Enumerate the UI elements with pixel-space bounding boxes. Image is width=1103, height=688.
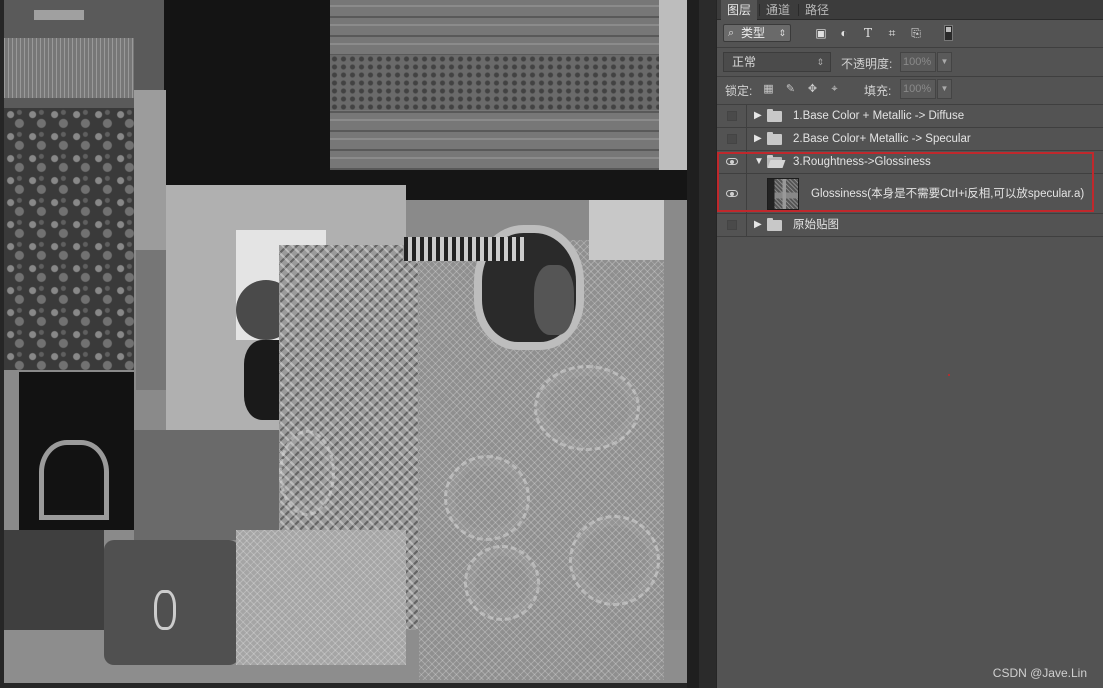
texture-region xyxy=(330,55,664,110)
open-folder-icon xyxy=(767,155,782,168)
filter-kind-select[interactable]: ⌕ 类型 ⇕ xyxy=(723,24,791,42)
layer-thumbnail xyxy=(767,178,799,210)
smart-object-filter-icon[interactable]: ⎘ xyxy=(909,26,923,40)
canvas-scroll-gutter[interactable] xyxy=(687,0,716,688)
folder-icon xyxy=(767,218,782,231)
blend-opacity-bar: 正常 ⇕ 不透明度: 100% ▼ xyxy=(717,48,1103,76)
visibility-toggle[interactable] xyxy=(717,105,747,127)
tab-channels[interactable]: 通道 xyxy=(760,0,796,20)
shape-layer-filter-icon[interactable]: ⌗ xyxy=(885,26,899,40)
texture-region xyxy=(236,530,406,665)
opacity-input[interactable]: 100% xyxy=(900,52,936,72)
texture-region xyxy=(659,0,687,170)
texture-region xyxy=(534,365,640,451)
visibility-toggle[interactable] xyxy=(717,128,747,150)
lock-fill-bar: 锁定: ▦ ✎ ✥ ⌖ 填充: 100% ▼ xyxy=(717,77,1103,101)
fill-input[interactable]: 100% xyxy=(900,79,936,99)
filter-toggle-switch[interactable] xyxy=(944,25,953,41)
expand-triangle-icon[interactable]: ▶ xyxy=(754,110,762,122)
texture-region xyxy=(134,430,284,540)
texture-region xyxy=(444,455,530,541)
opacity-label: 不透明度: xyxy=(841,57,893,71)
texture-region xyxy=(569,515,660,606)
panel-tabbar: 图层 通道 路径 xyxy=(717,0,1103,20)
visibility-off-box xyxy=(727,111,737,121)
texture-region xyxy=(136,250,168,390)
lock-image-pixels-icon[interactable]: ✎ xyxy=(784,83,797,96)
texture-region xyxy=(279,430,335,516)
texture-region xyxy=(154,590,176,630)
texture-region xyxy=(534,265,574,335)
layer-group-original-textures[interactable]: ▶ 原始贴图 xyxy=(717,214,1103,237)
eye-icon xyxy=(726,158,738,165)
texture-region xyxy=(39,440,109,520)
texture-region xyxy=(464,545,540,621)
layer-group-specular[interactable]: ▶ 2.Base Color+ Metallic -> Specular xyxy=(717,128,1103,151)
collapse-triangle-icon[interactable]: ▼ xyxy=(754,156,764,168)
pixel-layer-filter-icon[interactable]: ▣ xyxy=(814,26,828,40)
fill-dropdown-button[interactable]: ▼ xyxy=(937,79,952,99)
visibility-toggle[interactable] xyxy=(717,151,747,173)
filter-kind-label: 类型 xyxy=(741,26,766,40)
layer-name: 1.Base Color + Metallic -> Diffuse xyxy=(793,110,965,122)
layer-name: 2.Base Color+ Metallic -> Specular xyxy=(793,133,971,145)
stray-red-dot xyxy=(948,374,950,376)
layer-group-glossiness[interactable]: ▼ 3.Roughtness->Glossiness xyxy=(717,151,1103,174)
adjustment-layer-filter-icon[interactable]: ◐ xyxy=(837,26,851,40)
tab-layers[interactable]: 图层 xyxy=(721,0,758,20)
fill-label: 填充: xyxy=(864,84,892,98)
layer-filter-bar: ⌕ 类型 ⇕ ▣ ◐ T ⌗ ⎘ xyxy=(717,20,1103,46)
updown-arrows-icon: ⇕ xyxy=(778,28,786,38)
folder-icon xyxy=(767,132,782,145)
texture-canvas[interactable] xyxy=(4,0,687,683)
texture-region xyxy=(4,38,134,98)
visibility-off-box xyxy=(727,134,737,144)
texture-region xyxy=(4,108,134,370)
tab-paths[interactable]: 路径 xyxy=(799,0,835,20)
blend-mode-select[interactable]: 正常 ⇕ xyxy=(723,52,831,72)
visibility-toggle[interactable] xyxy=(717,214,747,236)
canvas-area[interactable] xyxy=(0,0,716,688)
type-layer-filter-icon[interactable]: T xyxy=(861,26,875,40)
layers-panel: 图层 通道 路径 ⌕ 类型 ⇕ ▣ ◐ T ⌗ ⎘ 正常 ⇕ 不透明度: 100… xyxy=(716,0,1103,688)
texture-region xyxy=(589,200,664,260)
layer-name: 原始贴图 xyxy=(793,219,839,231)
expand-triangle-icon[interactable]: ▶ xyxy=(754,133,762,145)
lock-all-icon[interactable] xyxy=(830,83,843,96)
watermark: CSDN @Jave.Lin xyxy=(992,666,1087,680)
texture-region xyxy=(404,237,524,261)
lock-label: 锁定: xyxy=(725,84,753,98)
updown-arrows-icon: ⇕ xyxy=(816,57,824,67)
folder-icon xyxy=(767,109,782,122)
layer-name: Glossiness(本身是不需要Ctrl+i反相,可以放specular.a) xyxy=(811,188,1085,200)
layer-glossiness[interactable]: Glossiness(本身是不需要Ctrl+i反相,可以放specular.a) xyxy=(717,174,1103,214)
texture-region xyxy=(4,530,104,630)
layer-name: 3.Roughtness->Glossiness xyxy=(793,156,931,168)
search-icon: ⌕ xyxy=(728,27,735,39)
blend-mode-value: 正常 xyxy=(732,55,757,69)
lock-transparent-pixels-icon[interactable]: ▦ xyxy=(762,83,775,96)
layer-group-diffuse[interactable]: ▶ 1.Base Color + Metallic -> Diffuse xyxy=(717,105,1103,128)
texture-region xyxy=(134,90,166,250)
lock-position-icon[interactable]: ✥ xyxy=(806,83,819,96)
visibility-toggle[interactable] xyxy=(717,174,747,213)
visibility-off-box xyxy=(727,220,737,230)
opacity-dropdown-button[interactable]: ▼ xyxy=(937,52,952,72)
eye-icon xyxy=(726,189,738,197)
expand-triangle-icon[interactable]: ▶ xyxy=(754,219,762,231)
texture-region xyxy=(164,0,334,190)
texture-region xyxy=(34,10,84,20)
